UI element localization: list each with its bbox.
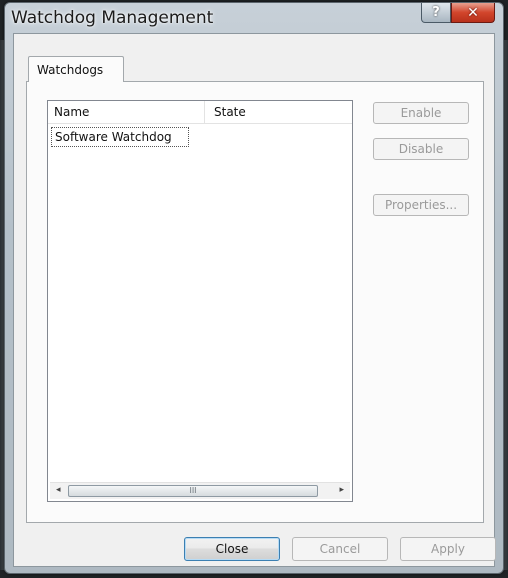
window-title: Watchdog Management xyxy=(11,8,214,28)
enable-button[interactable]: Enable xyxy=(373,102,469,124)
title-bar[interactable]: Watchdog Management ? ✕ xyxy=(5,3,503,33)
cancel-button[interactable]: Cancel xyxy=(292,537,388,561)
watchdog-management-dialog: Watchdog Management ? ✕ Watchdogs Name S… xyxy=(4,2,504,574)
help-button[interactable]: ? xyxy=(421,3,451,23)
horizontal-scrollbar[interactable]: ◂ III ▸ xyxy=(50,482,350,499)
disable-button[interactable]: Disable xyxy=(373,138,469,160)
column-divider[interactable] xyxy=(204,101,205,123)
column-header-state[interactable]: State xyxy=(214,105,246,119)
list-header: Name State xyxy=(48,101,352,124)
window-close-button[interactable]: ✕ xyxy=(451,3,495,23)
list-item[interactable]: Software Watchdog xyxy=(51,127,189,147)
dialog-client-area: Watchdogs Name State Software Watchdog ◂… xyxy=(13,33,496,567)
scrollbar-thumb[interactable]: III xyxy=(68,485,318,497)
close-button[interactable]: Close xyxy=(184,537,280,561)
question-mark-icon: ? xyxy=(432,5,440,20)
apply-button[interactable]: Apply xyxy=(400,537,496,561)
properties-button[interactable]: Properties... xyxy=(373,194,469,216)
list-item-name: Software Watchdog xyxy=(55,130,172,144)
scroll-right-icon[interactable]: ▸ xyxy=(339,485,344,495)
tab-watchdogs[interactable]: Watchdogs xyxy=(28,56,124,82)
title-bar-buttons: ? ✕ xyxy=(421,3,495,25)
watchdog-list[interactable]: Name State Software Watchdog ◂ III ▸ xyxy=(47,100,353,502)
column-header-name[interactable]: Name xyxy=(54,105,89,119)
close-icon: ✕ xyxy=(467,4,479,21)
grip-icon: III xyxy=(189,486,197,495)
watchdogs-tab-panel: Name State Software Watchdog ◂ III ▸ Ena… xyxy=(26,81,484,523)
scroll-left-icon[interactable]: ◂ xyxy=(56,485,61,495)
